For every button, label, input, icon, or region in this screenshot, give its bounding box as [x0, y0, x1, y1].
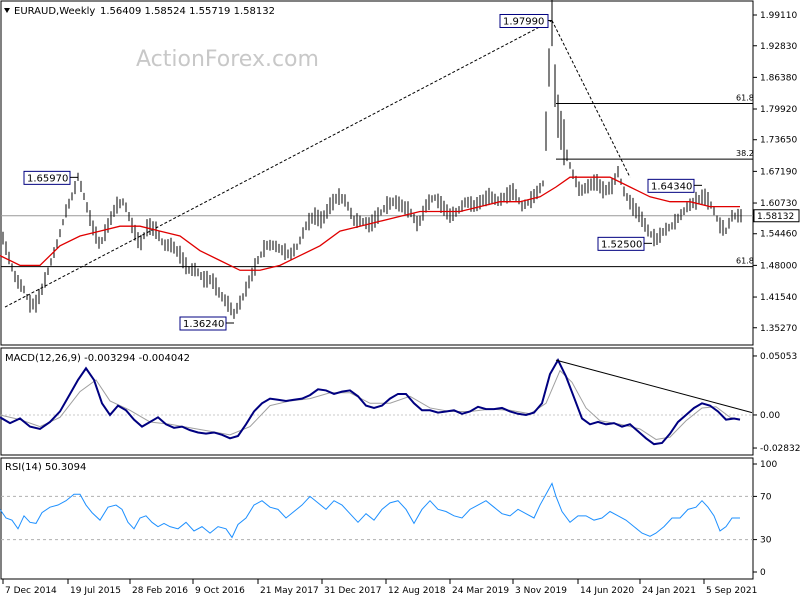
chart-ohlc: 1.56409 1.58524 1.55719 1.58132 — [100, 6, 275, 17]
chart-canvas: ActionForex.com EURAUD,Weekly 1.56409 1.… — [0, 0, 800, 596]
rsi-panel — [0, 457, 754, 580]
time-tick-label: 31 Dec 2017 — [324, 586, 382, 596]
macd-tick-label: 0.05053 — [760, 352, 797, 362]
price-label: 1.65970 — [27, 173, 68, 184]
macd-tick-label: -0.028323 — [760, 444, 800, 454]
price-tick-label: 1.92830 — [760, 42, 797, 52]
rsi-title: RSI(14) 50.3094 — [5, 462, 86, 473]
rsi-tick-label: 70 — [760, 492, 772, 502]
price-axis: 1.99110 1.92830 1.86380 1.79920 1.73650 1.671… — [753, 11, 800, 334]
price-tick-label: 1.60730 — [760, 199, 797, 209]
price-tick-label: 1.41540 — [760, 293, 797, 303]
macd-panel — [0, 347, 754, 456]
rsi-tick-label: 100 — [760, 460, 777, 470]
price-tick-label: 1.35270 — [760, 324, 797, 334]
chart-symbol: EURAUD,Weekly — [14, 6, 95, 17]
price-tick-label: 1.99110 — [760, 11, 797, 21]
price-tick-label: 1.54460 — [760, 230, 797, 240]
time-tick-label: 28 Feb 2016 — [132, 586, 188, 596]
fib-level-label: 38.2 — [736, 149, 754, 158]
macd-tick-label: 0.00 — [760, 411, 780, 421]
price-label: 1.36240 — [183, 319, 224, 330]
rsi-tick-label: 30 — [760, 536, 772, 546]
fib-level-label: 61.8 — [736, 93, 754, 102]
time-tick-label: 21 May 2017 — [260, 586, 319, 596]
watermark: ActionForex.com — [136, 47, 319, 72]
rsi-axis: 100 70 30 0 — [753, 460, 777, 578]
time-axis: 7 Dec 2014 19 Jul 2015 28 Feb 2016 9 Oct 20… — [2, 579, 757, 596]
time-tick-label: 24 Mar 2019 — [452, 586, 509, 596]
time-tick-label: 7 Dec 2014 — [5, 586, 57, 596]
time-tick-label: 3 Nov 2019 — [515, 586, 567, 596]
macd-title: MACD(12,26,9) -0.003294 -0.004042 — [5, 353, 190, 364]
price-tick-label: 1.79920 — [760, 105, 797, 115]
price-label: 1.64340 — [651, 181, 692, 192]
price-label: 1.52500 — [601, 239, 642, 250]
price-tick-label: 1.67190 — [760, 167, 797, 177]
time-tick-label: 5 Sep 2021 — [706, 586, 757, 596]
price-label: 1.97990 — [503, 16, 544, 27]
fib-level-label: 61.8 — [736, 257, 754, 266]
price-tick-label: 1.73650 — [760, 136, 797, 146]
time-tick-label: 19 Jul 2015 — [70, 586, 121, 596]
current-price-label: 1.58132 — [757, 212, 794, 222]
time-tick-label: 14 Jun 2020 — [580, 586, 634, 596]
time-tick-label: 12 Aug 2018 — [388, 586, 446, 596]
price-tick-label: 1.86380 — [760, 73, 797, 83]
time-tick-label: 9 Oct 2016 — [195, 586, 245, 596]
rsi-tick-label: 0 — [760, 568, 766, 578]
price-panel — [0, 0, 754, 346]
time-tick-label: 24 Jan 2021 — [642, 586, 696, 596]
macd-axis: 0.05053 0.00 -0.028323 — [753, 352, 800, 454]
price-tick-label: 1.48000 — [760, 261, 797, 271]
